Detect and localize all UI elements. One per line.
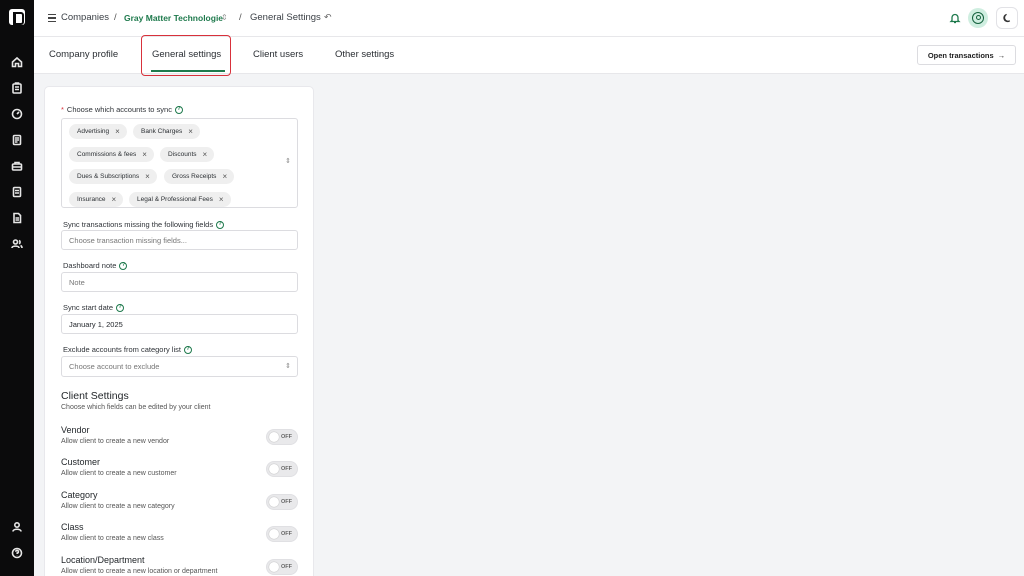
class-toggle[interactable]: OFF — [266, 526, 298, 542]
sync-start-date-label: Sync start date ? — [63, 303, 125, 312]
help-icon[interactable]: ? — [183, 345, 192, 354]
help-icon[interactable]: ? — [116, 303, 125, 312]
required-mark: * — [61, 105, 64, 114]
account-chip: Gross Receipts × — [164, 169, 235, 184]
category-toggle[interactable]: OFF — [266, 494, 298, 510]
user-icon[interactable] — [10, 520, 24, 534]
chevron-updown-icon[interactable]: ⇕ — [285, 157, 291, 165]
tab-other-settings[interactable]: Other settings — [335, 49, 394, 60]
receipt-icon[interactable] — [10, 133, 24, 147]
dashboard-note-input[interactable]: Note — [61, 272, 298, 292]
app-logo[interactable] — [9, 9, 25, 25]
help-icon[interactable]: ? — [174, 105, 183, 114]
missing-fields-label: Sync transactions missing the following … — [63, 220, 225, 229]
exclude-accounts-label: Exclude accounts from category list ? — [63, 345, 192, 354]
remove-chip-icon[interactable]: × — [219, 195, 224, 204]
missing-fields-input[interactable]: Choose transaction missing fields... — [61, 230, 298, 250]
breadcrumb-companies[interactable]: Companies — [61, 12, 109, 23]
account-chip: Advertising × — [69, 124, 127, 139]
bell-icon[interactable] — [949, 12, 961, 24]
breadcrumb-separator: / — [239, 12, 242, 23]
account-chip: Legal & Professional Fees × — [129, 192, 231, 207]
chevron-updown-icon: ⇕ — [285, 363, 291, 370]
accounts-multiselect[interactable]: Advertising × Bank Charges × Commissions &… — [61, 118, 298, 208]
briefcase-icon[interactable] — [10, 159, 24, 173]
client-settings-subtitle: Choose which fields can be edited by you… — [61, 404, 211, 411]
tab-company-profile[interactable]: Company profile — [49, 49, 118, 60]
clipboard-icon[interactable] — [10, 81, 24, 95]
account-chip: Bank Charges × — [133, 124, 200, 139]
remove-chip-icon[interactable]: × — [112, 195, 117, 204]
dashboard-note-label: Dashboard note ? — [63, 261, 128, 270]
setting-vendor: Vendor Allow client to create a new vend… — [61, 425, 298, 453]
tab-client-users[interactable]: Client users — [253, 49, 303, 60]
account-chip: Commissions & fees × — [69, 147, 154, 162]
remove-chip-icon[interactable]: × — [188, 127, 193, 136]
exclude-accounts-select[interactable]: Choose account to exclude ⇕ — [61, 356, 298, 377]
setting-customer: Customer Allow client to create a new cu… — [61, 457, 298, 485]
report-icon[interactable] — [10, 185, 24, 199]
tabs-bar: Company profile General settings Client … — [34, 35, 1024, 76]
account-chip: Insurance × — [69, 192, 124, 207]
setting-category: Category Allow client to create a new ca… — [61, 490, 298, 518]
account-chip: Dues & Subscriptions × — [69, 169, 157, 184]
open-transactions-button[interactable]: Open transactions → — [917, 45, 1016, 65]
users-icon[interactable] — [10, 237, 24, 251]
accounts-sync-label: * Choose which accounts to sync ? — [61, 105, 183, 114]
sync-start-date-input[interactable]: January 1, 2025 — [61, 314, 298, 334]
remove-chip-icon[interactable]: × — [203, 150, 208, 159]
help-icon[interactable] — [10, 546, 24, 560]
top-bar: Companies / Gray Matter Technologie ⇕ / … — [34, 0, 1024, 37]
company-switch-icon[interactable]: ⇕ — [221, 13, 228, 22]
remove-chip-icon[interactable]: × — [142, 150, 147, 159]
active-tab-underline — [151, 70, 225, 72]
location-department-toggle[interactable]: OFF — [266, 559, 298, 575]
remove-chip-icon[interactable]: × — [145, 172, 150, 181]
left-sidebar — [0, 0, 34, 576]
theme-toggle-button[interactable] — [996, 7, 1018, 29]
hamburger-menu-icon[interactable] — [48, 14, 56, 23]
document-icon[interactable] — [10, 211, 24, 225]
breadcrumb-page: General Settings — [250, 12, 321, 23]
home-icon[interactable] — [10, 55, 24, 69]
customer-toggle[interactable]: OFF — [266, 461, 298, 477]
general-settings-card: * Choose which accounts to sync ? Advert… — [44, 86, 314, 576]
remove-chip-icon[interactable]: × — [115, 127, 120, 136]
remove-chip-icon[interactable]: × — [222, 172, 227, 181]
setting-location-department: Location/Department Allow client to crea… — [61, 555, 298, 576]
moon-icon — [1002, 13, 1010, 22]
open-transactions-label: Open transactions — [927, 50, 994, 60]
tab-general-settings[interactable]: General settings — [152, 49, 221, 60]
help-icon[interactable]: ? — [119, 261, 128, 270]
breadcrumb-company[interactable]: Gray Matter Technologie — [124, 13, 223, 23]
avatar[interactable] — [968, 8, 988, 28]
breadcrumb-separator: / — [114, 12, 117, 23]
account-chip: Discounts × — [160, 147, 215, 162]
undo-icon[interactable]: ↶ — [324, 12, 332, 23]
gauge-icon[interactable] — [10, 107, 24, 121]
setting-class: Class Allow client to create a new class… — [61, 522, 298, 550]
client-settings-title: Client Settings — [61, 390, 129, 402]
arrow-right-icon: → — [997, 50, 1006, 60]
help-icon[interactable]: ? — [216, 220, 225, 229]
vendor-toggle[interactable]: OFF — [266, 429, 298, 445]
